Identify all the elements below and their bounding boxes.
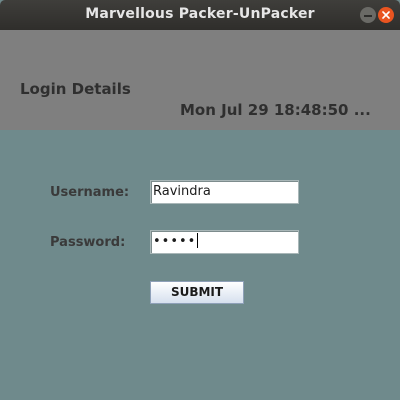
minimize-icon xyxy=(364,14,372,17)
minimize-button[interactable] xyxy=(360,7,376,23)
login-window: Marvellous Packer-UnPacker Login Details… xyxy=(0,0,400,400)
close-icon xyxy=(382,11,390,19)
header-panel: Login Details Mon Jul 29 18:48:50 ... xyxy=(0,30,400,130)
username-input[interactable]: Ravindra xyxy=(150,180,299,204)
text-caret xyxy=(197,233,199,248)
password-input[interactable]: ••••• xyxy=(150,230,299,254)
username-value: Ravindra xyxy=(153,184,211,199)
password-value: ••••• xyxy=(153,234,197,249)
submit-button[interactable]: SUBMIT xyxy=(150,281,244,304)
window-title: Marvellous Packer-UnPacker xyxy=(85,6,315,22)
title-bar[interactable]: Marvellous Packer-UnPacker xyxy=(0,0,400,30)
close-button[interactable] xyxy=(378,7,394,23)
username-label: Username: xyxy=(50,185,130,200)
datetime-label: Mon Jul 29 18:48:50 ... xyxy=(180,101,371,119)
login-heading: Login Details xyxy=(20,80,131,98)
password-label: Password: xyxy=(50,235,126,250)
